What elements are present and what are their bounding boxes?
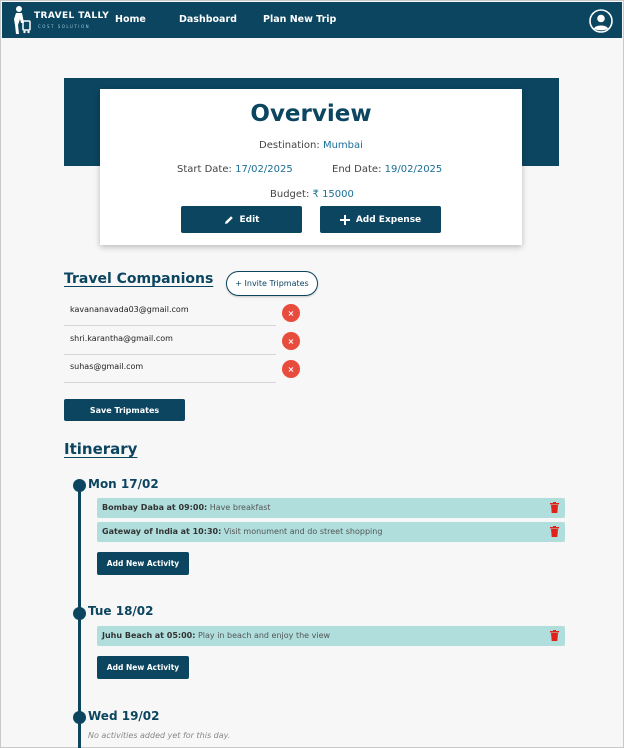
activity-item: Bombay Daba at 09:00: Have breakfast: [97, 498, 565, 518]
end-date-label: End Date:: [332, 164, 382, 175]
budget-value: ₹ 15000: [312, 189, 354, 200]
trash-icon[interactable]: [550, 526, 559, 537]
invite-tripmates-button[interactable]: + Invite Tripmates: [226, 271, 318, 296]
destination-info: Destination: Mumbai: [259, 140, 363, 151]
companion-email-field[interactable]: shri.karantha@gmail.com: [64, 331, 276, 355]
overview-card: Overview Destination: Mumbai Start Date:…: [100, 89, 522, 245]
start-date-info: Start Date: 17/02/2025: [177, 164, 293, 175]
logo-title: TRAVEL TALLY: [34, 11, 110, 21]
start-date-value: 17/02/2025: [235, 164, 293, 175]
activity-description: Have breakfast: [209, 503, 271, 512]
remove-companion-button[interactable]: ×: [282, 332, 300, 350]
overview-title: Overview: [250, 101, 372, 127]
activity-time: at 05:00:: [154, 631, 196, 640]
activity-time: at 10:30:: [180, 527, 222, 536]
remove-companion-button[interactable]: ×: [282, 304, 300, 322]
activity-description: Visit monument and do street shopping: [223, 527, 383, 536]
budget-info: Budget: ₹ 15000: [270, 189, 354, 200]
nav-dashboard-link[interactable]: Dashboard: [179, 14, 237, 25]
plus-icon: [339, 214, 350, 225]
add-new-activity-button[interactable]: Add New Activity: [97, 552, 189, 575]
add-expense-button-label: Add Expense: [355, 214, 422, 225]
activity-place: Gateway of India: [102, 527, 179, 536]
activity-item: Juhu Beach at 05:00: Play in beach and e…: [97, 626, 565, 646]
activity-time: at 09:00:: [166, 503, 208, 512]
day-label: Mon 17/02: [88, 477, 159, 491]
day-label: Wed 19/02: [88, 709, 160, 723]
add-new-activity-button[interactable]: Add New Activity: [97, 656, 189, 679]
nav-plan-new-trip-link[interactable]: Plan New Trip: [263, 14, 336, 25]
user-avatar-icon[interactable]: [589, 9, 613, 33]
companion-email-field[interactable]: kavananavada03@gmail.com: [64, 302, 276, 326]
timeline-dot: [73, 479, 86, 492]
traveler-icon: [14, 6, 31, 34]
end-date-value: 19/02/2025: [384, 164, 443, 175]
trash-icon[interactable]: [550, 502, 559, 513]
logo-subtitle: COST SOLUTION: [38, 24, 91, 29]
destination-label: Destination:: [259, 140, 320, 151]
budget-label: Budget:: [270, 189, 310, 200]
no-activities-note: No activities added yet for this day.: [88, 731, 231, 740]
timeline-dot: [73, 607, 86, 620]
travel-companions-title: Travel Companions: [64, 271, 214, 287]
activity-item: Gateway of India at 10:30: Visit monumen…: [97, 522, 565, 542]
activity-place: Bombay Daba: [102, 503, 164, 512]
activity-place: Juhu Beach: [102, 631, 153, 640]
edit-button[interactable]: Edit: [181, 206, 302, 233]
itinerary-title: Itinerary: [64, 440, 138, 458]
navbar: TRAVEL TALLY COST SOLUTION Home Dashboar…: [2, 2, 622, 38]
destination-value: Mumbai: [322, 140, 363, 151]
end-date-info: End Date: 19/02/2025: [332, 164, 442, 175]
logo[interactable]: TRAVEL TALLY COST SOLUTION: [10, 5, 109, 35]
edit-button-label: Edit: [239, 214, 260, 225]
companion-email-field[interactable]: suhas@gmail.com: [64, 359, 276, 383]
pencil-icon: [224, 215, 233, 224]
remove-companion-button[interactable]: ×: [282, 360, 300, 378]
trash-icon[interactable]: [550, 630, 559, 641]
save-tripmates-button[interactable]: Save Tripmates: [64, 399, 185, 421]
add-expense-button[interactable]: Add Expense: [320, 206, 441, 233]
timeline-dot: [73, 711, 86, 724]
start-date-label: Start Date:: [177, 164, 232, 175]
activity-description: Play in beach and enjoy the view: [197, 631, 331, 640]
nav-home-link[interactable]: Home: [115, 14, 146, 25]
day-label: Tue 18/02: [88, 604, 154, 618]
